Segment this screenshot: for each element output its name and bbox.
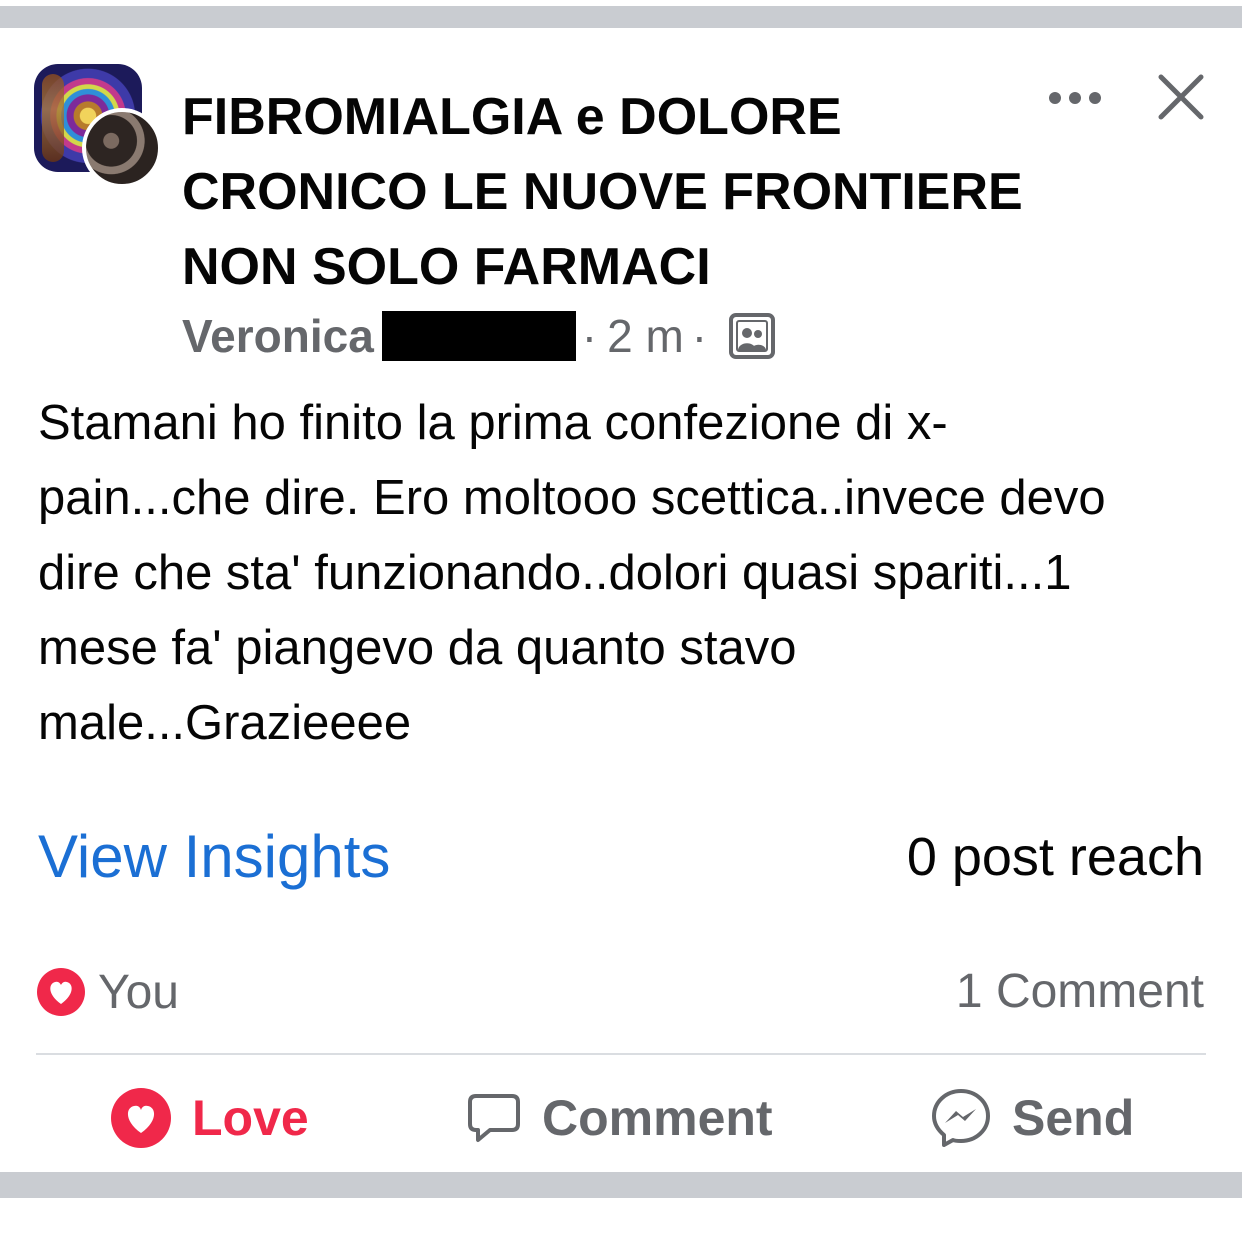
love-icon bbox=[111, 1088, 171, 1148]
author-avatar[interactable] bbox=[82, 108, 162, 188]
send-label: Send bbox=[1012, 1090, 1135, 1146]
comment-icon bbox=[468, 1094, 520, 1142]
view-insights-link[interactable]: View Insights bbox=[38, 822, 390, 891]
love-label: Love bbox=[192, 1090, 309, 1146]
more-options-icon[interactable] bbox=[1048, 90, 1102, 106]
love-reaction-icon bbox=[37, 968, 85, 1016]
meta-separator: · bbox=[581, 310, 598, 362]
post-reach: 0 post reach bbox=[906, 827, 1204, 887]
post-time[interactable]: 2 m bbox=[607, 309, 684, 363]
feed-separator-top bbox=[0, 6, 1242, 28]
send-button[interactable]: Send bbox=[930, 1078, 1134, 1158]
post-meta: Veronica · 2 m · bbox=[182, 306, 776, 366]
comment-label: Comment bbox=[542, 1090, 773, 1146]
author-name[interactable]: Veronica bbox=[182, 309, 374, 363]
reactions-summary[interactable]: You bbox=[36, 962, 179, 1022]
redacted-surname bbox=[381, 311, 576, 361]
group-audience-icon bbox=[729, 313, 776, 359]
meta-separator-2: · bbox=[691, 310, 708, 362]
comment-button[interactable]: Comment bbox=[466, 1078, 773, 1158]
action-bar: Love Comment Send bbox=[0, 1078, 1242, 1158]
avatar-group[interactable] bbox=[34, 64, 162, 188]
group-name[interactable]: FIBROMIALGIA e DOLORE CRONICO LE NUOVE F… bbox=[182, 80, 1042, 305]
messenger-icon bbox=[932, 1089, 990, 1147]
love-button[interactable]: Love bbox=[110, 1078, 309, 1158]
reactor-name: You bbox=[98, 965, 179, 1019]
close-icon[interactable] bbox=[1156, 72, 1206, 122]
action-divider bbox=[36, 1053, 1206, 1055]
comment-count[interactable]: 1 Comment bbox=[956, 962, 1204, 1022]
feed-separator-bottom bbox=[0, 1172, 1242, 1198]
post-body: Stamani ho finito la prima confezione di… bbox=[38, 396, 1106, 750]
